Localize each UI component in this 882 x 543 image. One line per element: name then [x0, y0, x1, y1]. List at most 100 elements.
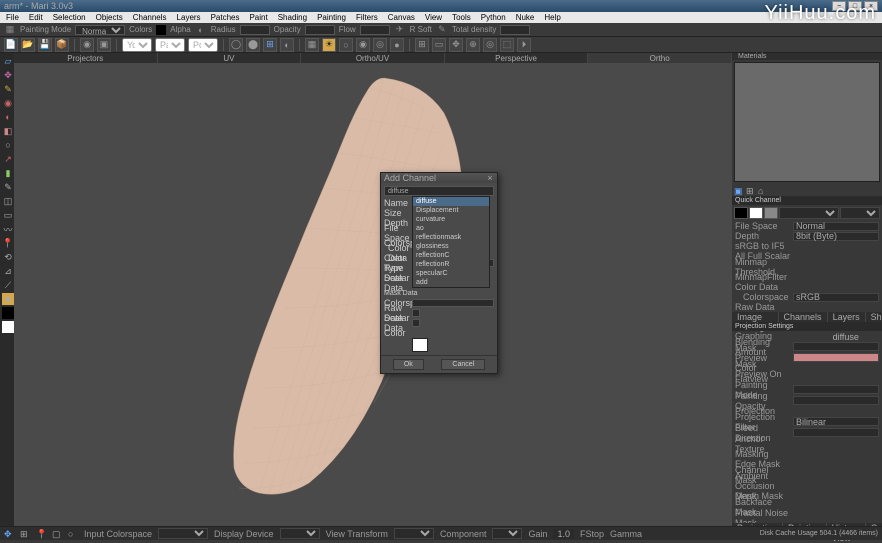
opacity-input[interactable] [305, 25, 335, 35]
dlg-mask-rawdata-check[interactable] [412, 309, 420, 317]
dlg-cancel-button[interactable]: Cancel [441, 359, 485, 370]
radius-input[interactable] [240, 25, 270, 35]
menu-patches[interactable]: Patches [207, 13, 244, 22]
archive-icon[interactable]: 📦 [55, 38, 69, 52]
dlg-color-swatch[interactable] [412, 338, 428, 352]
towbrush-tool-icon[interactable]: ⊿ [2, 265, 14, 277]
dlg-mask-colorspace-input[interactable] [412, 299, 494, 307]
active-tool-icon[interactable]: ■ [2, 293, 14, 305]
shade-full-icon[interactable]: ◐ [280, 38, 294, 52]
open-file-icon[interactable]: 📂 [21, 38, 35, 52]
pin-icon[interactable]: 📍 [36, 529, 46, 539]
option-diffuse[interactable]: diffuse [413, 197, 489, 206]
viewport-3d[interactable] [14, 63, 732, 533]
light2-icon[interactable]: ◉ [356, 38, 370, 52]
option-curvature[interactable]: curvature [413, 215, 489, 224]
swatch-black[interactable] [734, 207, 748, 219]
menu-view[interactable]: View [421, 13, 446, 22]
center-icon[interactable]: ◎ [483, 38, 497, 52]
materials-tab[interactable]: Materials [732, 53, 772, 60]
snap-icon[interactable]: ⬚ [500, 38, 514, 52]
colorspace-value[interactable]: sRGB [793, 293, 879, 302]
menu-paint[interactable]: Paint [245, 13, 271, 22]
shader-icon[interactable]: ▣ [734, 186, 744, 196]
slerp-tool-icon[interactable]: ⟲ [2, 251, 14, 263]
paintopacity-slider[interactable] [793, 396, 879, 405]
bleed-value[interactable] [793, 428, 879, 437]
menu-channels[interactable]: Channels [129, 13, 171, 22]
flow-input[interactable] [360, 25, 390, 35]
depth-select[interactable] [840, 207, 880, 219]
menu-selection[interactable]: Selection [49, 13, 90, 22]
gradient-tool-icon[interactable]: ▮ [2, 167, 14, 179]
dialog-close-icon[interactable]: × [486, 174, 494, 182]
paintmode-value[interactable] [793, 385, 879, 394]
brush-name-select[interactable]: Pai [155, 38, 185, 52]
menu-edit[interactable]: Edit [25, 13, 47, 22]
fg-color-swatch[interactable] [156, 25, 166, 35]
marquee-tool-icon[interactable]: ◫ [2, 195, 14, 207]
alpha-icon[interactable]: ◐ [195, 24, 207, 36]
shade-basic-icon[interactable]: ⬤ [246, 38, 260, 52]
nav-icon[interactable]: ✥ [4, 529, 14, 539]
pressure-icon[interactable]: ✎ [436, 24, 448, 36]
projfilter-value[interactable]: Bilinear [793, 417, 879, 426]
dialog-titlebar[interactable]: Add Channel × [381, 173, 497, 183]
option-reflectionr[interactable]: reflectionR [413, 260, 489, 269]
new-file-icon[interactable]: 📄 [4, 38, 18, 52]
light4-icon[interactable]: ● [390, 38, 404, 52]
option-glossiness[interactable]: glossiness [413, 242, 489, 251]
zoom-icon[interactable]: ⊕ [466, 38, 480, 52]
display-device-select[interactable] [280, 528, 320, 539]
option-reflectionmask[interactable]: reflectionmask [413, 233, 489, 242]
menu-objects[interactable]: Objects [92, 13, 127, 22]
brush-cursor-icon[interactable]: ○ [68, 529, 78, 539]
wireframe-icon[interactable]: ⊞ [263, 38, 277, 52]
option-ao[interactable]: ao [413, 224, 489, 233]
gain-value[interactable]: 1.0 [553, 529, 574, 539]
buffer-tool-icon[interactable]: ▭ [2, 209, 14, 221]
shade-flat-icon[interactable]: ◯ [229, 38, 243, 52]
transform-tool-icon[interactable]: ✥ [2, 69, 14, 81]
grid-icon[interactable]: ▦ [305, 38, 319, 52]
grid-snap-icon[interactable]: ⊞ [20, 529, 30, 539]
brush-set-select[interactable]: Your [122, 38, 152, 52]
menu-file[interactable]: File [2, 13, 23, 22]
option-reflectionc[interactable]: reflectionC [413, 251, 489, 260]
tab-uv[interactable]: UV [158, 53, 302, 63]
maximize-button[interactable]: □ [848, 1, 862, 11]
lighting-toggle-icon[interactable]: ☀ [322, 38, 336, 52]
save-icon[interactable]: 💾 [38, 38, 52, 52]
tree-icon[interactable]: ⌂ [758, 186, 768, 196]
option-add[interactable]: add [413, 278, 489, 287]
node-icon[interactable]: ⊞ [746, 186, 756, 196]
eyedrop-tool-icon[interactable]: ✎ [2, 181, 14, 193]
menu-filters[interactable]: Filters [352, 13, 382, 22]
minimize-button[interactable]: − [832, 1, 846, 11]
tab-orthouv[interactable]: Ortho/UV [301, 53, 445, 63]
fg-color-icon[interactable] [2, 307, 14, 319]
eraser-tool-icon[interactable]: ◧ [2, 125, 14, 137]
blur-tool-icon[interactable]: ○ [2, 139, 14, 151]
select-tool-icon[interactable]: ▱ [2, 55, 14, 67]
filespace-value[interactable]: Normal [793, 222, 879, 231]
tab-ortho[interactable]: Ortho [588, 53, 732, 63]
tab-layers[interactable]: Layers - diffuse [828, 312, 866, 322]
swatch-white[interactable] [749, 207, 763, 219]
menu-tools[interactable]: Tools [448, 13, 475, 22]
render-icon[interactable]: ▣ [97, 38, 111, 52]
patch-grid-icon[interactable]: ⊞ [415, 38, 429, 52]
dlg-ok-button[interactable]: Ok [393, 359, 424, 370]
layers-icon[interactable]: ▦ [4, 24, 16, 36]
menu-python[interactable]: Python [477, 13, 510, 22]
option-specularc[interactable]: specularC [413, 269, 489, 278]
tab-shaders[interactable]: Shaders [866, 312, 882, 322]
dlg-mask-scalardata-check[interactable] [412, 319, 420, 327]
menu-nuke[interactable]: Nuke [512, 13, 539, 22]
warp-tool-icon[interactable]: 〰 [2, 223, 14, 235]
swatch-gray[interactable] [764, 207, 778, 219]
tab-image-manager[interactable]: Image Manager [732, 312, 779, 322]
paint-tool-icon[interactable]: ✎ [2, 83, 14, 95]
pin-tool-icon[interactable]: 📍 [2, 237, 14, 249]
maskpreview-color[interactable] [793, 353, 879, 362]
